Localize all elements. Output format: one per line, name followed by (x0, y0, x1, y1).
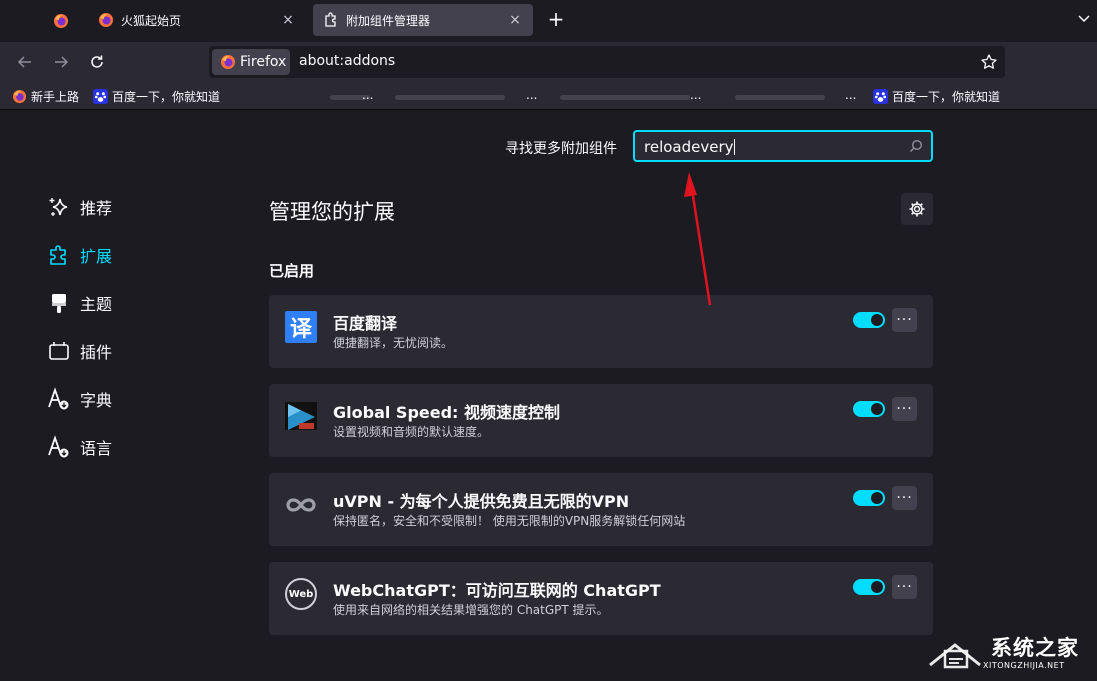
global-speed-logo (285, 400, 317, 432)
bookmark-label: 百度一下，你就知道 (112, 90, 221, 104)
category-label: 扩展 (80, 247, 113, 266)
language-icon (47, 435, 71, 459)
more-options-button[interactable]: ··· (892, 397, 917, 421)
bookmark-overflow[interactable]: ... (845, 88, 856, 102)
reload-icon[interactable] (85, 50, 109, 74)
bookmark-getting-started[interactable]: 新手上路 (12, 88, 79, 105)
bookmark-baidu[interactable]: 百度一下，你就知道 (873, 88, 1000, 105)
extension-description: 设置视频和音频的默认速度。 (333, 425, 490, 439)
tab-strip: 火狐起始页 × 附加组件管理器 × + (0, 0, 1097, 42)
watermark-title: 系统之家 (991, 636, 1079, 660)
blurred-bookmark (395, 95, 505, 100)
addons-page: 寻找更多附加组件 reloadevery 推荐 扩展 主题 插件 字典 语言 管… (0, 110, 1097, 681)
bookmark-baidu[interactable]: 百度一下，你就知道 (93, 88, 220, 105)
brush-icon (47, 291, 71, 315)
bookmark-overflow[interactable]: ... (526, 88, 537, 102)
more-options-button[interactable]: ··· (892, 486, 917, 510)
search-value[interactable]: reloadevery (644, 138, 735, 156)
more-options-button[interactable]: ··· (892, 575, 917, 599)
baidu-paw-icon (93, 89, 108, 104)
page-title: 管理您的扩展 (269, 200, 395, 224)
addon-search-input[interactable]: reloadevery (633, 130, 933, 162)
extension-name[interactable]: Global Speed: 视频速度控制 (333, 399, 560, 423)
close-tab-icon[interactable]: × (507, 12, 523, 28)
chevron-down-icon[interactable] (1076, 10, 1092, 26)
url-bar[interactable]: Firefox about:addons (209, 46, 1005, 78)
extension-description: 使用来自网络的相关结果增强您的 ChatGPT 提示。 (333, 603, 609, 617)
extension-card[interactable]: Web WebChatGPT：可访问互联网的 ChatGPT 使用来自网络的相关… (269, 562, 933, 635)
extension-toggle[interactable] (853, 579, 885, 595)
tab-firefox-home[interactable]: 火狐起始页 × (88, 4, 306, 36)
webchatgpt-logo: Web (285, 578, 317, 610)
category-label: 推荐 (80, 199, 113, 218)
category-label: 插件 (80, 343, 113, 362)
dictionary-icon (47, 387, 71, 411)
plugin-icon (47, 339, 71, 363)
nav-bar: Firefox about:addons (0, 42, 1097, 82)
extension-name[interactable]: WebChatGPT：可访问互联网的 ChatGPT (333, 577, 661, 601)
extension-toggle[interactable] (853, 312, 885, 328)
tab-label: 火狐起始页 (121, 13, 182, 28)
category-recommended[interactable]: 推荐 (47, 195, 112, 219)
identity-box[interactable]: Firefox (212, 49, 290, 75)
pinned-tab[interactable] (44, 5, 78, 37)
category-label: 字典 (80, 391, 113, 410)
category-label: 语言 (80, 439, 113, 458)
gear-icon (909, 201, 925, 217)
section-enabled: 已启用 (269, 262, 315, 280)
blurred-bookmark (735, 95, 825, 100)
sparkle-icon (47, 195, 71, 219)
extension-description: 便捷翻译，无忧阅读。 (333, 336, 454, 350)
baidu-paw-icon (873, 89, 888, 104)
bookmark-label: 百度一下，你就知道 (892, 90, 1001, 104)
forward-icon[interactable] (49, 50, 73, 74)
category-label: 主题 (80, 295, 113, 314)
category-extensions[interactable]: 扩展 (47, 243, 112, 267)
firefox-icon (54, 14, 68, 28)
close-tab-icon[interactable]: × (280, 12, 296, 28)
url-text[interactable]: about:addons (299, 53, 395, 69)
tab-addons-manager[interactable]: 附加组件管理器 × (313, 4, 533, 36)
tab-label: 附加组件管理器 (346, 13, 431, 28)
extension-name[interactable]: uVPN - 为每个人提供免费且无限的VPN (333, 488, 629, 512)
extension-description: 保持匿名，安全和不受限制！ 使用无限制的VPN服务解锁任何网站 (333, 514, 686, 528)
search-icon (909, 139, 923, 153)
back-icon[interactable] (13, 50, 37, 74)
category-plugins[interactable]: 插件 (47, 339, 112, 363)
watermark-subtitle: XITONGZHIJIA.NET (983, 661, 1065, 670)
category-languages[interactable]: 语言 (47, 435, 112, 459)
baidu-translate-logo: 译 (285, 311, 317, 343)
bookmark-label: 新手上路 (31, 90, 80, 104)
tools-button[interactable] (901, 193, 933, 225)
category-dictionaries[interactable]: 字典 (47, 387, 112, 411)
firefox-icon (12, 89, 27, 104)
uvpn-logo (285, 489, 317, 521)
firefox-icon (98, 12, 114, 28)
find-more-label: 寻找更多附加组件 (505, 141, 617, 157)
category-themes[interactable]: 主题 (47, 291, 112, 315)
extension-card[interactable]: uVPN - 为每个人提供免费且无限的VPN 保持匿名，安全和不受限制！ 使用无… (269, 473, 933, 546)
extension-toggle[interactable] (853, 490, 885, 506)
blurred-bookmark (560, 95, 690, 100)
identity-label: Firefox (240, 54, 287, 70)
firefox-icon (221, 55, 235, 69)
more-options-button[interactable]: ··· (892, 308, 917, 332)
puzzle-icon (47, 243, 71, 267)
bookmarks-toolbar: 新手上路 百度一下，你就知道 ... ... ... ... 百度一下，你就知道 (0, 82, 1097, 110)
bookmark-overflow[interactable]: ... (362, 88, 373, 102)
extension-toggle[interactable] (853, 401, 885, 417)
star-icon[interactable] (979, 52, 999, 72)
extension-card[interactable]: Global Speed: 视频速度控制 设置视频和音频的默认速度。 ··· (269, 384, 933, 457)
extension-name[interactable]: 百度翻译 (333, 310, 397, 334)
extension-card[interactable]: 译 百度翻译 便捷翻译，无忧阅读。 ··· (269, 295, 933, 368)
puzzle-icon (323, 12, 339, 28)
bookmark-overflow[interactable]: ... (690, 88, 701, 102)
new-tab-button[interactable]: + (544, 8, 568, 32)
